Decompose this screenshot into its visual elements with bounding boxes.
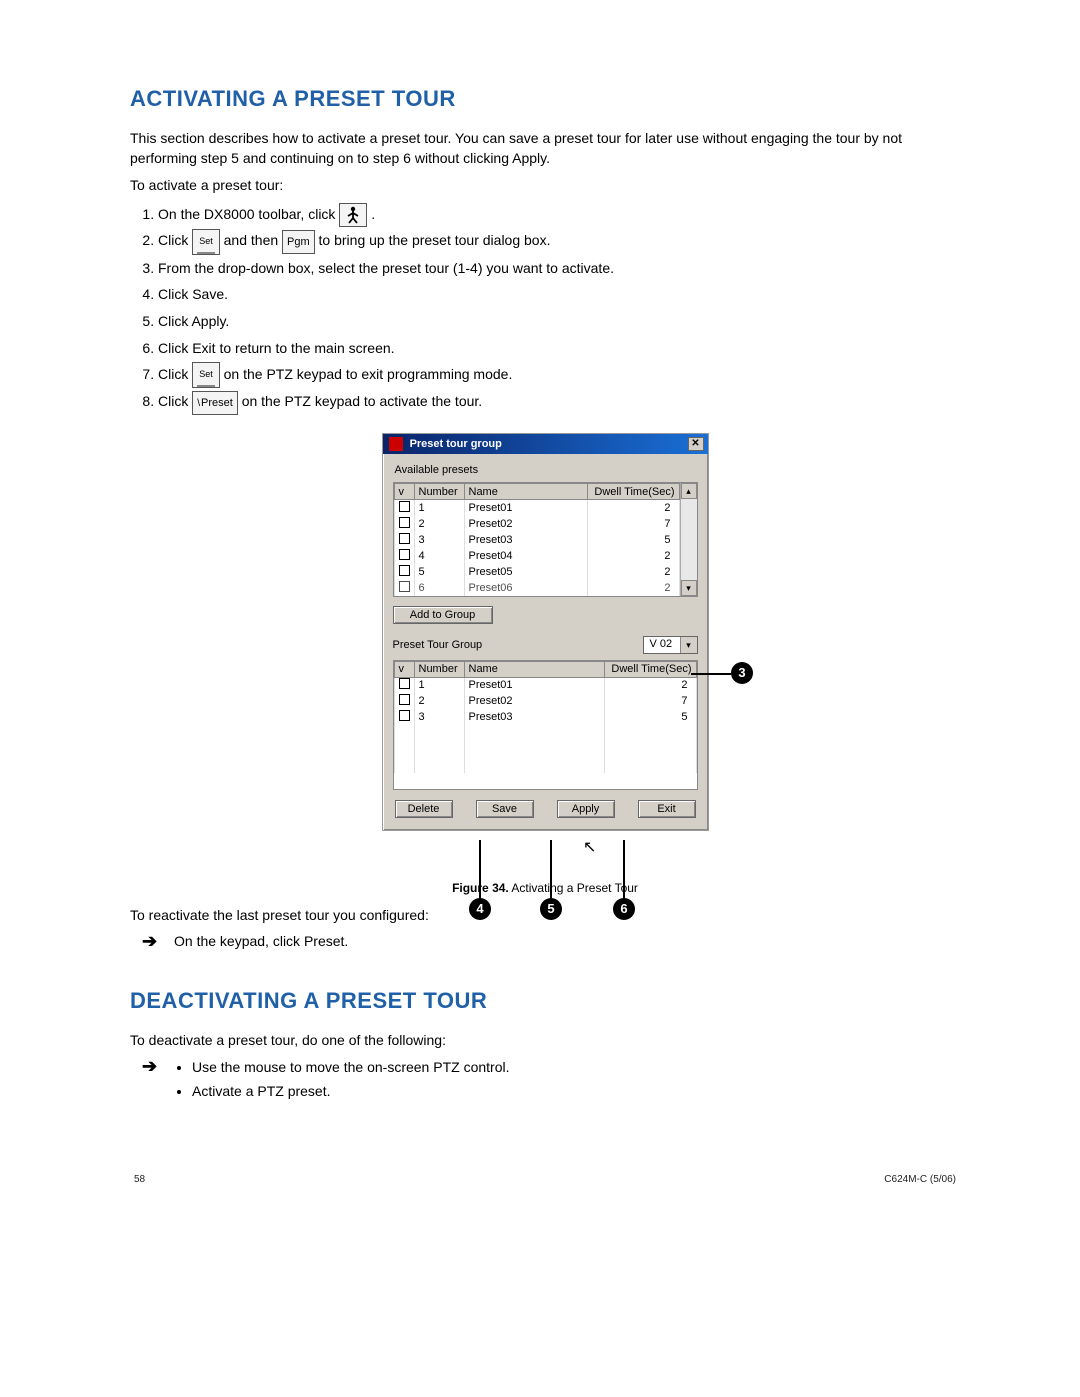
step-4: Click Save. [158,281,960,308]
col-number[interactable]: Number [414,484,464,500]
step-5: Click Apply. [158,308,960,335]
to-activate-lead: To activate a preset tour: [130,175,960,195]
deactivate-bullet-1: Use the mouse to move the on-screen PTZ … [192,1056,509,1080]
delete-button[interactable]: Delete [395,800,453,818]
scroll-down-icon[interactable]: ▾ [681,580,697,596]
document-id: C624M-C (5/06) [884,1174,956,1185]
available-presets-table: v Number Name Dwell Time(Sec) 1Preset012… [393,482,698,597]
reactivate-bullet: On the keypad, click Preset. [174,931,348,951]
chevron-down-icon[interactable]: ▾ [680,637,697,653]
col-number-2[interactable]: Number [414,661,464,677]
step-7-text-b: on the PTZ keypad to exit programming mo… [224,366,513,382]
step-8-text-a: Click [158,393,192,409]
set-icon-2: Set [192,362,220,388]
col-dwell[interactable]: Dwell Time(Sec) [587,484,679,500]
tour-group-select[interactable]: V 02 ▾ [643,636,698,654]
callout-3: 3 [731,662,753,684]
step-3: From the drop-down box, select the prese… [158,255,960,282]
step-7-text-a: Click [158,366,192,382]
cursor-icon: ↖ [583,837,596,857]
table-row[interactable]: 2Preset027 [394,693,696,709]
step-6: Click Exit to return to the main screen. [158,335,960,362]
figure-caption: Figure 34. Activating a Preset Tour [130,881,960,895]
checkbox[interactable] [399,710,410,721]
dialog-title-icon [389,437,403,451]
checkbox[interactable] [399,678,410,689]
dialog-title: Preset tour group [410,438,502,450]
set-icon: Set [192,229,220,255]
step-1-text-a: On the DX8000 toolbar, click [158,206,339,222]
activate-steps: On the DX8000 toolbar, click . Click Set… [130,201,960,415]
table-row[interactable]: 6Preset062 [394,580,679,596]
heading-activating: ACTIVATING A PRESET TOUR [130,86,960,112]
tour-group-table: v Number Name Dwell Time(Sec) 1Preset012… [393,660,698,790]
arrow-right-icon: ➔ [142,931,160,952]
scroll-up-icon[interactable]: ▴ [681,483,697,499]
step-8: Click Preset on the PTZ keypad to activa… [158,388,960,415]
deactivate-lead: To deactivate a preset tour, do one of t… [130,1030,960,1050]
available-presets-label: Available presets [395,464,698,476]
callout-5: 5 [540,898,562,920]
pgm-icon: Pgm [282,230,315,254]
step-2-text-b: and then [224,232,282,248]
table-row[interactable]: 1Preset012 [394,500,679,516]
table-row[interactable]: 2Preset027 [394,516,679,532]
callout-4: 4 [469,898,491,920]
deactivate-bullet-2: Activate a PTZ preset. [192,1080,509,1104]
step-2: Click Set and then Pgm to bring up the p… [158,227,960,254]
preset-tour-group-label: Preset Tour Group [393,639,483,651]
preset-tour-dialog: Preset tour group ✕ Available presets v … [382,433,709,831]
exit-button[interactable]: Exit [638,800,696,818]
col-v[interactable]: v [394,484,414,500]
col-name-2[interactable]: Name [464,661,604,677]
callout-6: 6 [613,898,635,920]
heading-deactivating: DEACTIVATING A PRESET TOUR [130,988,960,1014]
dialog-titlebar: Preset tour group ✕ [383,434,708,454]
checkbox[interactable] [399,565,410,576]
arrow-right-icon: ➔ [142,1056,160,1077]
step-1-text-b: . [371,206,375,222]
step-1: On the DX8000 toolbar, click . [158,201,960,228]
close-icon[interactable]: ✕ [688,437,704,451]
step-2-text-a: Click [158,232,192,248]
col-dwell-2[interactable]: Dwell Time(Sec) [604,661,696,677]
table-row[interactable]: 1Preset012 [394,677,696,693]
preset-icon: Preset [192,391,238,415]
intro-paragraph: This section describes how to activate a… [130,128,960,169]
checkbox[interactable] [399,581,410,592]
col-name[interactable]: Name [464,484,587,500]
apply-button[interactable]: Apply [557,800,615,818]
callout-line [479,840,481,898]
checkbox[interactable] [399,517,410,528]
checkbox[interactable] [399,549,410,560]
callout-line [691,673,731,675]
step-8-text-b: on the PTZ keypad to activate the tour. [242,393,482,409]
table-row[interactable]: 5Preset052 [394,564,679,580]
callout-line [550,840,552,898]
callout-line [623,840,625,898]
page-number: 58 [134,1174,145,1185]
page-footer: 58 C624M-C (5/06) [130,1174,960,1185]
step-7: Click Set on the PTZ keypad to exit prog… [158,361,960,388]
col-v-2[interactable]: v [394,661,414,677]
step-2-text-c: to bring up the preset tour dialog box. [319,232,551,248]
checkbox[interactable] [399,533,410,544]
checkbox[interactable] [399,694,410,705]
figure-34: Preset tour group ✕ Available presets v … [225,433,865,831]
table-row[interactable]: 3Preset035 [394,532,679,548]
figure-title: Activating a Preset Tour [509,881,638,895]
add-to-group-button[interactable]: Add to Group [393,606,493,624]
table-row[interactable]: 4Preset042 [394,548,679,564]
scrollbar[interactable]: ▴ ▾ [680,483,697,596]
tour-group-value: V 02 [644,637,680,653]
table-row[interactable]: 3Preset035 [394,709,696,725]
person-icon [339,203,367,227]
checkbox[interactable] [399,501,410,512]
save-button[interactable]: Save [476,800,534,818]
